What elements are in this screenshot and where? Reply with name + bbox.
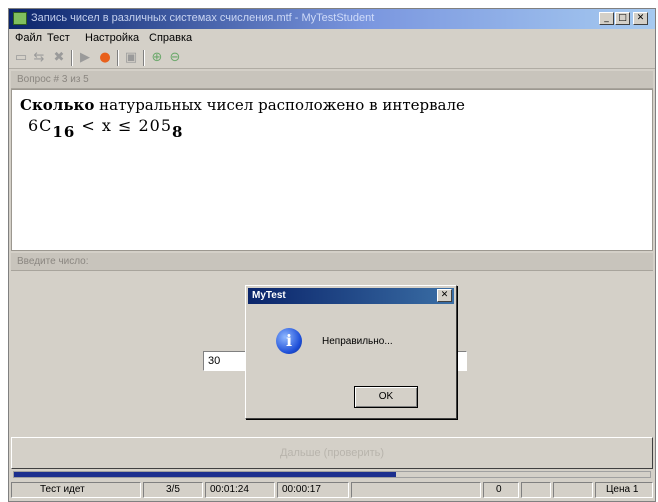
dialog-message: Неправильно...	[322, 336, 393, 347]
zoom-out-icon[interactable]: ⊖	[167, 50, 183, 66]
menu-help[interactable]: Справка	[149, 32, 192, 44]
question-text-bold: Сколько	[20, 96, 95, 114]
next-button[interactable]: Дальше (проверить)	[11, 437, 653, 469]
formula-left: 6C	[28, 116, 53, 135]
dialog-title: MyTest	[252, 290, 286, 301]
play-icon[interactable]: ▶	[77, 50, 93, 66]
dialog-title-bar[interactable]: MyTest ✕	[248, 288, 454, 304]
progress-bar	[13, 471, 651, 478]
stop-icon[interactable]: ✖	[51, 50, 67, 66]
toolbar-separator	[71, 50, 73, 66]
status-blank	[553, 482, 593, 498]
window-title: Запись чисел в различных системах счисле…	[31, 12, 375, 24]
formula-left-base: 16	[52, 123, 76, 141]
app-window: Запись чисел в различных системах счисле…	[8, 8, 656, 502]
status-state: Тест идет	[11, 482, 141, 498]
question-text-rest: натуральных чисел расположено в интервал…	[94, 96, 465, 114]
dialog-close-button[interactable]: ✕	[437, 289, 452, 302]
status-extra	[351, 482, 481, 498]
status-question-time: 00:00:17	[277, 482, 349, 498]
minimize-button[interactable]: _	[599, 12, 614, 25]
question-number: Вопрос # 3 из 5	[17, 74, 89, 85]
zoom-in-icon[interactable]: ⊕	[149, 50, 165, 66]
question-header: Вопрос # 3 из 5	[11, 71, 653, 89]
progress-fill	[14, 472, 396, 477]
record-icon[interactable]: ●	[97, 50, 113, 66]
info-icon: i	[276, 328, 302, 354]
toolbar-separator	[117, 50, 119, 66]
ok-button[interactable]: OK	[354, 386, 418, 408]
toolbar: ▭ ⇆ ✖ ▶ ● ▣ ⊕ ⊖	[9, 47, 655, 69]
back-icon[interactable]: ⇆	[31, 50, 47, 66]
menu-bar: Файл Тест Настройка Справка	[9, 29, 655, 47]
status-count: 3/5	[143, 482, 203, 498]
toolbar-separator	[143, 50, 145, 66]
question-panel: Сколько натуральных чисел расположено в …	[11, 89, 653, 251]
title-bar[interactable]: Запись чисел в различных системах счисле…	[9, 9, 655, 29]
app-icon	[13, 12, 27, 25]
menu-file[interactable]: Файл	[15, 32, 42, 44]
menu-settings[interactable]: Настройка	[85, 32, 139, 44]
question-formula: 6C16 < x ≤ 2058	[28, 116, 183, 141]
formula-mid: < x ≤ 205	[75, 116, 173, 135]
save-icon[interactable]: ▣	[123, 50, 139, 66]
status-blank	[521, 482, 551, 498]
question-text: Сколько натуральных чисел расположено в …	[20, 96, 465, 114]
message-dialog: MyTest ✕ i Неправильно... OK	[245, 285, 457, 419]
open-icon[interactable]: ▭	[13, 50, 29, 66]
status-elapsed: 00:01:24	[205, 482, 275, 498]
status-bar: Тест идет 3/5 00:01:24 00:00:17 0 Цена 1	[9, 479, 655, 501]
close-button[interactable]: ✕	[633, 12, 648, 25]
status-price: Цена 1	[595, 482, 653, 498]
menu-test[interactable]: Тест	[47, 32, 70, 44]
maximize-button[interactable]: □	[615, 12, 630, 25]
formula-right-base: 8	[172, 123, 184, 141]
answer-prompt: Введите число:	[17, 256, 89, 267]
status-score: 0	[483, 482, 519, 498]
answer-header: Введите число:	[11, 253, 653, 271]
